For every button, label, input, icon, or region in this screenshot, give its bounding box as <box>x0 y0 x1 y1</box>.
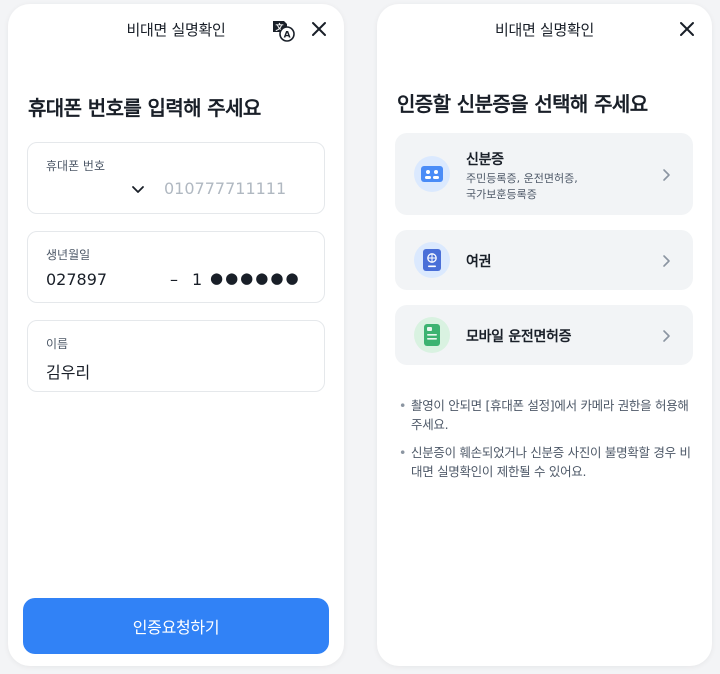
close-icon[interactable] <box>308 18 330 40</box>
chevron-right-icon <box>659 167 673 181</box>
birth-dash: – <box>170 270 178 289</box>
request-verification-button[interactable]: 인증요청하기 <box>23 598 329 654</box>
card-title: 모바일 운전면허증 <box>466 329 572 345</box>
id-card-option[interactable]: 신분증 주민등록증, 운전면허증, 국가보훈등록증 <box>395 133 693 215</box>
id-card-icon <box>414 156 450 192</box>
mobile-license-icon <box>414 317 450 353</box>
header-title: 비대면 실명확인 <box>495 20 594 39</box>
svg-text:A: A <box>284 31 291 41</box>
name-field[interactable]: 이름 김우리 <box>27 320 325 392</box>
phone-label: 휴대폰 번호 <box>46 159 106 173</box>
page-title: 휴대폰 번호를 입력해 주세요 <box>28 96 261 120</box>
name-value[interactable]: 김우리 <box>46 359 90 383</box>
masked-digits: ●●●●●● <box>210 269 301 287</box>
header: 비대면 실명확인 <box>377 4 712 54</box>
mobile-license-option[interactable]: 모바일 운전면허증 <box>395 305 693 365</box>
chevron-down-icon[interactable] <box>130 181 146 197</box>
birth-field[interactable]: 생년월일 027897 – 1 ●●●●●● <box>27 231 325 303</box>
header-title: 비대면 실명확인 <box>126 20 226 39</box>
phone-entry-panel: 비대면 실명확인 文 A 휴대폰 번호를 입력해 주세요 휴대폰 번호 생년월일… <box>8 4 344 666</box>
chevron-right-icon <box>659 328 673 342</box>
card-desc: 주민등록증, 운전면허증, <box>466 172 578 185</box>
page-title: 인증할 신분증을 선택해 주세요 <box>397 92 648 116</box>
translate-icon[interactable]: 文 A <box>270 17 296 43</box>
id-select-panel: 비대면 실명확인 인증할 신분증을 선택해 주세요 신분증 주민등록증, 운전면… <box>377 4 712 666</box>
phone-input[interactable] <box>164 179 314 198</box>
close-icon[interactable] <box>676 18 698 40</box>
passport-icon <box>414 242 450 278</box>
birth-value[interactable]: 027897 <box>46 270 107 289</box>
notes-list: 촬영이 안되면 [휴대폰 설정]에서 카메라 권한을 허용해 주세요. 신분증이… <box>399 396 695 490</box>
card-title: 여권 <box>466 254 492 270</box>
chevron-right-icon <box>659 253 673 267</box>
phone-field[interactable]: 휴대폰 번호 <box>27 142 325 214</box>
card-desc: 국가보훈등록증 <box>466 188 537 201</box>
passport-option[interactable]: 여권 <box>395 230 693 290</box>
birth-label: 생년월일 <box>46 248 91 262</box>
note-item: 신분증이 훼손되었거나 신분증 사진이 불명확할 경우 비대면 실명확인이 제한… <box>399 443 695 481</box>
card-title: 신분증 <box>466 152 504 168</box>
gender-digit[interactable]: 1 <box>192 270 202 289</box>
note-item: 촬영이 안되면 [휴대폰 설정]에서 카메라 권한을 허용해 주세요. <box>399 396 695 434</box>
name-label: 이름 <box>46 337 69 351</box>
